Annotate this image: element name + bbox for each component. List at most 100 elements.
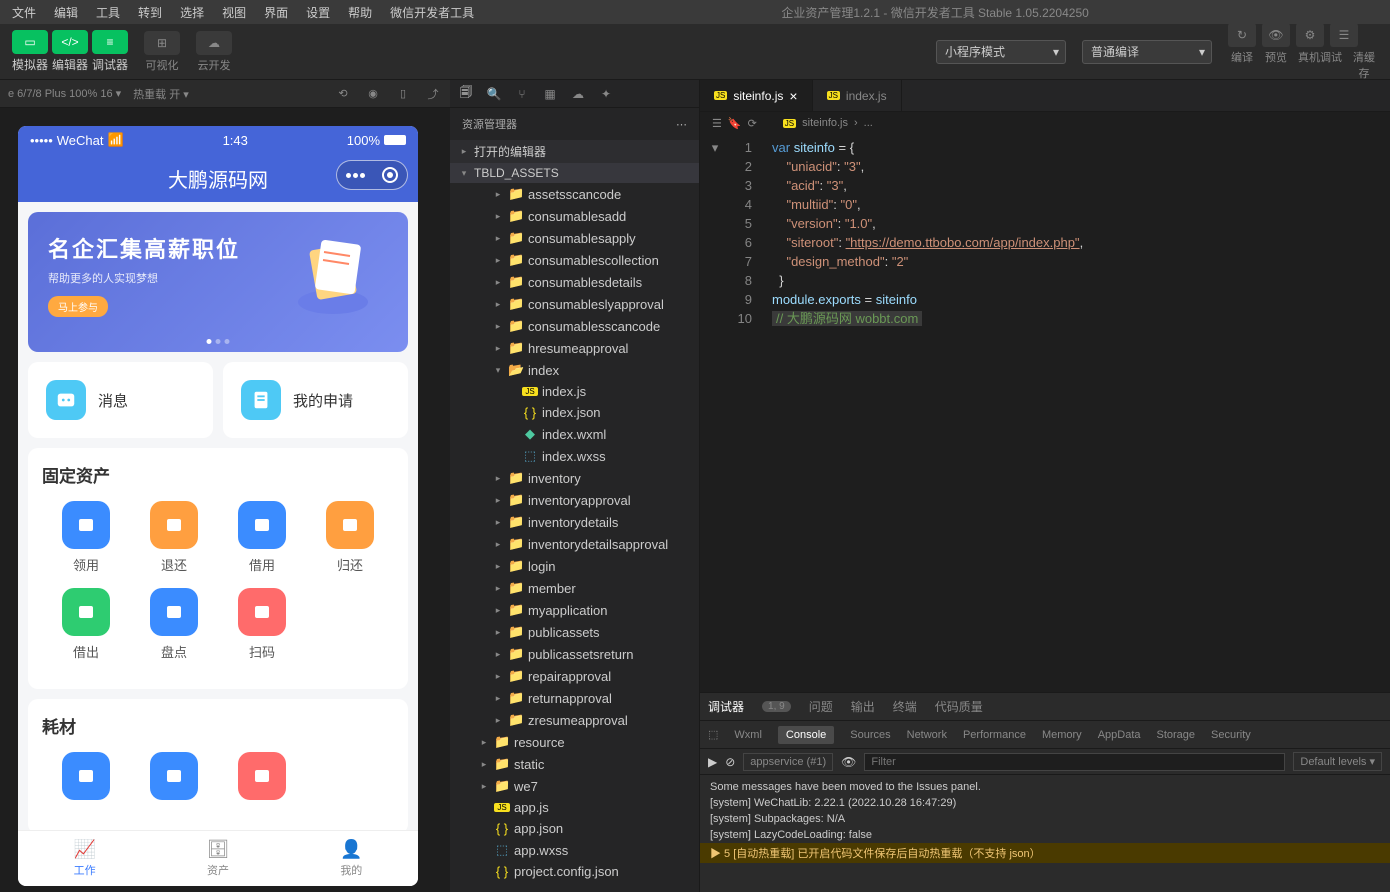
mode-select[interactable]: 小程序模式: [936, 40, 1066, 64]
grid-item[interactable]: 归还: [306, 501, 394, 574]
console-clear-icon[interactable]: ⊘: [725, 755, 735, 769]
dt-output[interactable]: 输出: [851, 694, 875, 719]
tree-item[interactable]: ▸📁myapplication: [450, 599, 699, 621]
record-icon[interactable]: ◉: [364, 85, 382, 103]
grid-item[interactable]: 借出: [42, 588, 130, 661]
tree-item[interactable]: ▸📁publicassets: [450, 621, 699, 643]
sub-wxml[interactable]: Wxml: [734, 729, 762, 741]
simulator-button[interactable]: ▭: [12, 30, 48, 54]
tree-item[interactable]: ▸📁we7: [450, 775, 699, 797]
breadcrumb[interactable]: ☰🔖⟳ JS siteinfo.js›...: [700, 112, 1390, 134]
menu-select[interactable]: 选择: [172, 2, 212, 23]
menu-goto[interactable]: 转到: [130, 2, 170, 23]
tree-item[interactable]: ▸📁consumablesapply: [450, 227, 699, 249]
tree-item[interactable]: ▸📁static: [450, 753, 699, 775]
sub-network[interactable]: Network: [907, 729, 947, 741]
grid-item[interactable]: 盘点: [130, 588, 218, 661]
menu-file[interactable]: 文件: [4, 2, 44, 23]
files-icon[interactable]: 🗐: [454, 82, 478, 106]
menu-tools[interactable]: 工具: [88, 2, 128, 23]
tree-item[interactable]: ▸📁consumableslyapproval: [450, 293, 699, 315]
sub-sources[interactable]: Sources: [850, 729, 890, 741]
sub-appdata[interactable]: AppData: [1098, 729, 1141, 741]
tree-item[interactable]: ▸📁consumablesdetails: [450, 271, 699, 293]
tree-item[interactable]: ▸📁inventorydetails: [450, 511, 699, 533]
card-application[interactable]: 我的申请: [223, 362, 408, 438]
search-icon[interactable]: 🔍: [482, 82, 506, 106]
tree-item[interactable]: ▸📁consumablesadd: [450, 205, 699, 227]
sub-security[interactable]: Security: [1211, 729, 1251, 741]
menu-devtools[interactable]: 微信开发者工具: [382, 2, 482, 23]
preview-button[interactable]: 👁: [1262, 23, 1290, 47]
hotreload-toggle[interactable]: 热重载 开 ▾: [133, 86, 189, 102]
tree-item[interactable]: ▸📁inventoryapproval: [450, 489, 699, 511]
sub-storage[interactable]: Storage: [1157, 729, 1196, 741]
tree-item[interactable]: ▾📂index: [450, 359, 699, 381]
debugger-button[interactable]: ≡: [92, 30, 128, 54]
compile-button[interactable]: ↻: [1228, 23, 1256, 47]
tab-work[interactable]: 📈工作: [18, 831, 151, 886]
tree-item[interactable]: ▸📁inventorydetailsapproval: [450, 533, 699, 555]
filter-input[interactable]: [864, 753, 1285, 771]
tree-item[interactable]: JSindex.js: [450, 381, 699, 402]
tab-index[interactable]: JSindex.js: [813, 80, 902, 111]
grid-item[interactable]: [218, 752, 306, 806]
grid-item[interactable]: [130, 752, 218, 806]
inspect-icon[interactable]: ⬚: [708, 728, 718, 741]
tree-item[interactable]: ▸📁zresumeapproval: [450, 709, 699, 731]
tree-item[interactable]: JSapp.js: [450, 797, 699, 818]
tree-item[interactable]: ⬚app.wxss: [450, 839, 699, 861]
menu-settings[interactable]: 设置: [298, 2, 338, 23]
visual-button[interactable]: ⊞: [144, 31, 180, 55]
cloud-icon[interactable]: ☁: [566, 82, 590, 106]
spark-icon[interactable]: ✦: [594, 82, 618, 106]
dt-debugger[interactable]: 调试器: [708, 694, 744, 719]
clear-cache-button[interactable]: ☰: [1330, 23, 1358, 47]
compile-select[interactable]: 普通编译: [1082, 40, 1212, 64]
tree-item[interactable]: { }index.json: [450, 402, 699, 423]
tab-mine[interactable]: 👤我的: [285, 831, 418, 886]
tree-item[interactable]: ▸📁consumablescollection: [450, 249, 699, 271]
tree-item[interactable]: ▸📁consumablesscancode: [450, 315, 699, 337]
tree-item[interactable]: ⬚index.wxss: [450, 445, 699, 467]
explorer-more-icon[interactable]: ⋯: [676, 118, 687, 131]
eye-icon[interactable]: 👁: [841, 755, 856, 769]
tree-item[interactable]: ▸📁repairapproval: [450, 665, 699, 687]
menu-layout[interactable]: 界面: [256, 2, 296, 23]
tree-item[interactable]: { }app.json: [450, 818, 699, 839]
capsule-button[interactable]: [336, 160, 408, 190]
project-section[interactable]: ▾TBLD_ASSETS: [450, 163, 699, 183]
tree-item[interactable]: ▸📁hresumeapproval: [450, 337, 699, 359]
tree-item[interactable]: ▸📁member: [450, 577, 699, 599]
rotate-icon[interactable]: ⤴: [424, 85, 442, 103]
close-icon[interactable]: ×: [789, 88, 797, 104]
levels-select[interactable]: Default levels ▾: [1293, 752, 1382, 771]
banner[interactable]: 名企汇集高薪职位 帮助更多的人实现梦想 马上参与: [28, 212, 408, 352]
tab-assets[interactable]: 🗄资产: [151, 831, 284, 886]
dt-issues[interactable]: 问题: [809, 694, 833, 719]
tab-siteinfo[interactable]: JSsiteinfo.js×: [700, 80, 813, 111]
device-icon[interactable]: ▯: [394, 85, 412, 103]
grid-item[interactable]: 退还: [130, 501, 218, 574]
console-play-icon[interactable]: ▶: [708, 755, 717, 769]
cloud-button[interactable]: ☁: [196, 31, 232, 55]
tree-item[interactable]: ▸📁inventory: [450, 467, 699, 489]
open-editors-section[interactable]: ▸打开的编辑器: [450, 140, 699, 163]
tree-item[interactable]: ▸📁login: [450, 555, 699, 577]
menu-help[interactable]: 帮助: [340, 2, 380, 23]
grid-item[interactable]: 领用: [42, 501, 130, 574]
tree-item[interactable]: ▸📁returnapproval: [450, 687, 699, 709]
tree-item[interactable]: ▸📁publicassetsreturn: [450, 643, 699, 665]
editor-button[interactable]: </>: [52, 30, 88, 54]
ext-icon[interactable]: ▦: [538, 82, 562, 106]
tree-item[interactable]: ▸📁resource: [450, 731, 699, 753]
grid-item[interactable]: 扫码: [218, 588, 306, 661]
dt-terminal[interactable]: 终端: [893, 694, 917, 719]
code-editor[interactable]: ▾ 12345678910 var siteinfo = { "uniacid"…: [700, 134, 1390, 692]
device-debug-button[interactable]: ⚙: [1296, 23, 1324, 47]
device-select[interactable]: e 6/7/8 Plus 100% 16 ▾: [8, 87, 121, 100]
sub-console[interactable]: Console: [778, 726, 834, 744]
sub-memory[interactable]: Memory: [1042, 729, 1082, 741]
menu-view[interactable]: 视图: [214, 2, 254, 23]
sub-performance[interactable]: Performance: [963, 729, 1026, 741]
